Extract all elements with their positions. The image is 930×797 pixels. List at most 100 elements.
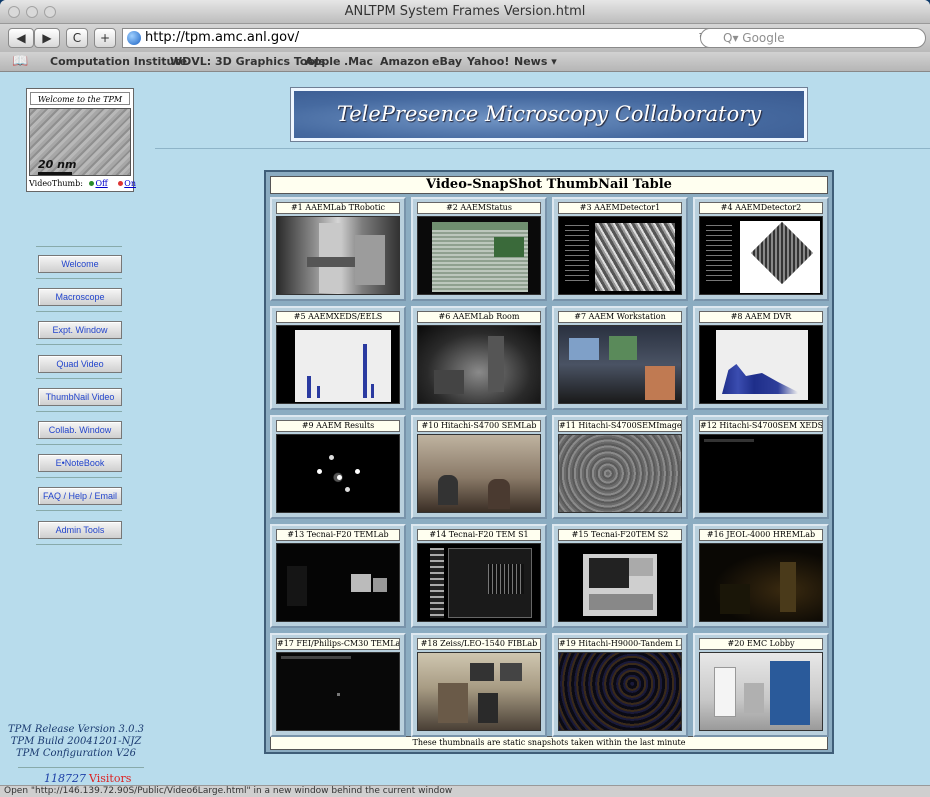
thumbnail-table: Video-SnapShot ThumbNail Table #1 AAEMLa…: [264, 170, 834, 754]
thumbnail-workstation[interactable]: [558, 325, 682, 404]
nav-divider: [36, 278, 122, 279]
thumbnail-results[interactable]: [276, 434, 400, 513]
nav-expt-window-button[interactable]: Expt. Window: [38, 321, 122, 339]
bookmark-item[interactable]: Computation Institute: [50, 52, 187, 72]
nav-thumbnail-video-button[interactable]: ThumbNail Video: [38, 388, 122, 406]
thumbnail-label[interactable]: #13 Tecnai-F20 TEMLab: [276, 529, 400, 541]
thumbnail-detector1[interactable]: [558, 216, 682, 295]
thumbnail-cell: #3 AAEMDetector1: [552, 197, 688, 301]
thumbnail-label[interactable]: #3 AAEMDetector1: [558, 202, 682, 214]
nav-collab-window-button[interactable]: Collab. Window: [38, 421, 122, 439]
bookmark-item[interactable]: Amazon: [380, 52, 429, 72]
videothumb-label: VideoThumb:: [29, 179, 83, 188]
browser-window: ANLTPM System Frames Version.html ◀ ▶ C …: [0, 0, 930, 797]
minimize-window-button[interactable]: [26, 6, 38, 18]
visitor-counter: 118727 Visitors: [44, 772, 131, 785]
videothumb-on-link[interactable]: On: [124, 179, 136, 188]
videothumb-toggle: VideoThumb: Off On: [29, 178, 136, 190]
thumbnail-label[interactable]: #7 AAEM Workstation: [558, 311, 682, 323]
thumbnail-label[interactable]: #10 Hitachi-S4700 SEMLab: [417, 420, 541, 432]
visitor-label: Visitors: [89, 772, 132, 785]
page-content: Welcome to the TPM Server 20 nm VideoThu…: [0, 72, 930, 785]
bookmark-item[interactable]: eBay: [432, 52, 462, 72]
thumbnail-cell: #18 Zeiss/LEO-1540 FIBLab: [411, 633, 547, 737]
nav-quad-video-button[interactable]: Quad Video: [38, 355, 122, 373]
thumbnail-label[interactable]: #1 AAEMLab TRobotic: [276, 202, 400, 214]
nav-enotebook-button[interactable]: E•NoteBook: [38, 454, 122, 472]
thumbnail-tecnai-s1[interactable]: [417, 543, 541, 622]
banner-title: TelePresence Microscopy Collaboratory: [294, 91, 804, 138]
thumbnail-label[interactable]: #17 FEI/Philips-CM30 TEMLab: [276, 638, 400, 650]
bookmark-item[interactable]: .Mac: [344, 52, 373, 72]
thumbnail-sem-xeds[interactable]: [699, 434, 823, 513]
thumbnail-emc-lobby[interactable]: [699, 652, 823, 731]
thumbnail-fib-lab[interactable]: [417, 652, 541, 731]
thumbnail-label[interactable]: #4 AAEMDetector2: [699, 202, 823, 214]
bookmark-item[interactable]: News ▾: [514, 52, 557, 72]
close-window-button[interactable]: [8, 6, 20, 18]
globe-icon: [127, 31, 141, 45]
thumbnail-cell: #11 Hitachi-S4700SEMImage: [552, 415, 688, 519]
thumbnail-cell: #13 Tecnai-F20 TEMLab: [270, 524, 406, 628]
thumbnail-label[interactable]: #9 AAEM Results: [276, 420, 400, 432]
nav-macroscope-button[interactable]: Macroscope: [38, 288, 122, 306]
thumbnail-tecnai-lab[interactable]: [276, 543, 400, 622]
thumbnail-cell: #12 Hitachi-S4700SEM XEDS: [693, 415, 829, 519]
thumbnail-lab-room[interactable]: [417, 325, 541, 404]
thumbnail-label[interactable]: #20 EMC Lobby: [699, 638, 823, 650]
thumbnail-status[interactable]: [417, 216, 541, 295]
welcome-panel: Welcome to the TPM Server 20 nm VideoThu…: [26, 88, 136, 192]
add-bookmark-button[interactable]: +: [94, 28, 116, 48]
welcome-title: Welcome to the TPM Server: [30, 92, 130, 117]
release-version: TPM Release Version 3.0.3: [8, 724, 144, 735]
build-version: TPM Build 20041201-NJZ: [10, 736, 142, 747]
thumbnail-cm30-lab[interactable]: [276, 652, 400, 731]
zoom-window-button[interactable]: [44, 6, 56, 18]
toolbar: ◀ ▶ C + http://tpm.amc.anl.gov/ ↻ Q▾ Goo…: [0, 24, 930, 52]
address-bar[interactable]: http://tpm.amc.anl.gov/ ↻: [122, 28, 712, 48]
thumbnail-label[interactable]: #14 Tecnai-F20 TEM S1: [417, 529, 541, 541]
thumbnail-cell: #19 Hitachi-H9000-Tandem Lab: [552, 633, 688, 737]
reload-button[interactable]: C: [66, 28, 88, 48]
thumbnail-sem-lab[interactable]: [417, 434, 541, 513]
back-button[interactable]: ◀: [8, 28, 34, 48]
thumbnail-xeds-eels[interactable]: [276, 325, 400, 404]
nav-faq-help-email-button[interactable]: FAQ / Help / Email: [38, 487, 122, 505]
thumbnail-label[interactable]: #8 AAEM DVR: [699, 311, 823, 323]
thumbnail-jeol-lab[interactable]: [699, 543, 823, 622]
green-dot-icon: [89, 181, 95, 186]
thumbnail-label[interactable]: #5 AAEMXEDS/EELS: [276, 311, 400, 323]
thumbnail-label[interactable]: #11 Hitachi-S4700SEMImage: [558, 420, 682, 432]
scale-bar: [38, 172, 72, 175]
thumbnail-label[interactable]: #19 Hitachi-H9000-Tandem Lab: [558, 638, 682, 650]
bookmark-item[interactable]: WDVL: 3D Graphics Tools: [170, 52, 325, 72]
search-field[interactable]: Q▾ Google: [700, 28, 926, 48]
config-version: TPM Configuration V26: [16, 748, 136, 759]
thumbnail-label[interactable]: #15 Tecnai-F20TEM S2: [558, 529, 682, 541]
release-info: TPM Release Version 3.0.3 TPM Build 2004…: [8, 724, 144, 760]
thumbnail-dvr[interactable]: [699, 325, 823, 404]
bookmark-item[interactable]: Yahoo!: [467, 52, 509, 72]
thumbnail-label[interactable]: #6 AAEMLab Room: [417, 311, 541, 323]
thumbnail-tecnai-s2[interactable]: [558, 543, 682, 622]
thumbnail-label[interactable]: #12 Hitachi-S4700SEM XEDS: [699, 420, 823, 432]
visitor-count: 118727: [44, 772, 86, 785]
thumbnail-cell: #10 Hitachi-S4700 SEMLab: [411, 415, 547, 519]
nav-welcome-button[interactable]: Welcome: [38, 255, 122, 273]
thumbnail-label[interactable]: #2 AAEMStatus: [417, 202, 541, 214]
thumbnail-label[interactable]: #16 JEOL-4000 HREMLab: [699, 529, 823, 541]
thumbnail-sem-image[interactable]: [558, 434, 682, 513]
bookmark-item[interactable]: Apple: [305, 52, 341, 72]
book-icon[interactable]: 📖: [12, 52, 28, 72]
thumbnail-robotic-lab[interactable]: [276, 216, 400, 295]
bookmarks-bar: 📖 Computation Institute WDVL: 3D Graphic…: [0, 52, 930, 72]
videothumb-off-link[interactable]: Off: [95, 179, 107, 188]
thumbnail-label[interactable]: #18 Zeiss/LEO-1540 FIBLab: [417, 638, 541, 650]
thumbnail-tandem-lab[interactable]: [558, 652, 682, 731]
thumbnail-cell: #16 JEOL-4000 HREMLab: [693, 524, 829, 628]
forward-button[interactable]: ▶: [34, 28, 60, 48]
frame-divider: [155, 148, 930, 149]
microscope-image[interactable]: 20 nm: [29, 108, 131, 176]
thumbnail-detector2[interactable]: [699, 216, 823, 295]
nav-admin-tools-button[interactable]: Admin Tools: [38, 521, 122, 539]
